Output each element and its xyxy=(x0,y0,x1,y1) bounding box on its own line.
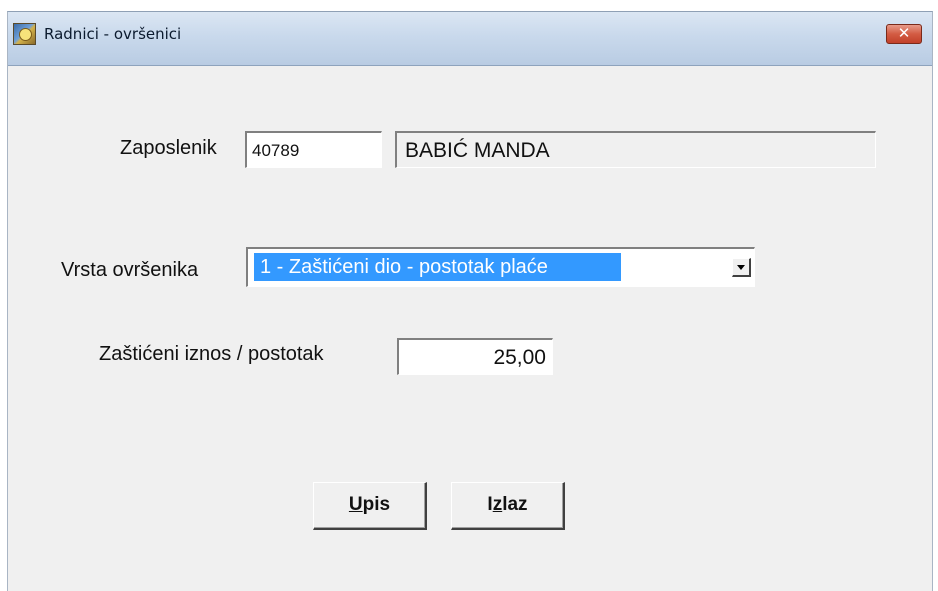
chevron-down-icon[interactable] xyxy=(732,258,751,277)
window-title: Radnici - ovršenici xyxy=(44,25,182,43)
save-mnemonic: U xyxy=(348,494,363,515)
protected-amount-value: 25,00 xyxy=(493,346,546,369)
protected-amount-label: Zaštićeni iznos / postotak xyxy=(99,343,324,365)
exit-button[interactable]: Izlaz xyxy=(451,482,565,530)
employee-id-value: 40789 xyxy=(252,141,300,160)
employee-label: Zaposlenik xyxy=(120,137,217,159)
save-button[interactable]: Upis xyxy=(313,482,427,530)
title-bar[interactable]: Radnici - ovršenici ✕ xyxy=(8,12,932,66)
app-icon xyxy=(13,23,36,45)
employee-id-field[interactable]: 40789 xyxy=(245,131,382,168)
employee-name-value: BABIĆ MANDA xyxy=(405,139,550,162)
close-button[interactable]: ✕ xyxy=(886,24,922,44)
employee-name-field: BABIĆ MANDA xyxy=(395,131,876,168)
debtor-type-selected: 1 - Zaštićeni dio - postotak plaće xyxy=(254,253,621,281)
protected-amount-field[interactable]: 25,00 xyxy=(397,338,553,375)
dialog-window: Radnici - ovršenici ✕ Zaposlenik 40789 B… xyxy=(7,11,933,591)
exit-mnemonic: z xyxy=(492,494,503,515)
debtor-type-label: Vrsta ovršenika xyxy=(61,259,199,281)
debtor-type-combobox[interactable]: 1 - Zaštićeni dio - postotak plaće xyxy=(246,247,755,287)
exit-label-rest: laz xyxy=(502,494,528,515)
save-label-rest: pis xyxy=(362,494,391,515)
